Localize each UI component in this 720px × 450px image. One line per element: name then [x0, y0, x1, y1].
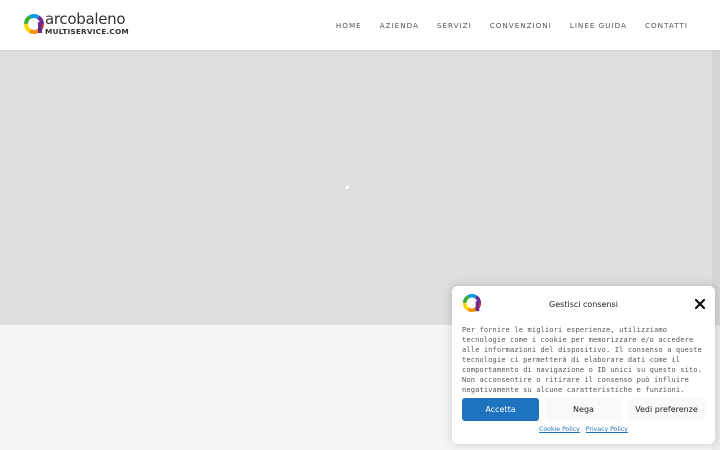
nav-item-convenzioni[interactable]: CONVENZIONI	[490, 21, 552, 30]
consent-links: Cookie Policy Privacy Policy	[452, 426, 715, 433]
hero-slider	[0, 50, 712, 325]
preferences-button[interactable]: Vedi preferenze	[628, 398, 705, 421]
logo-name: arcobaleno	[45, 10, 126, 28]
nav-item-azienda[interactable]: AZIENDA	[380, 21, 419, 30]
consent-message: Per fornire le migliori esperienze, util…	[462, 326, 703, 394]
accept-button[interactable]: Accetta	[462, 398, 539, 421]
site-header: arcobaleno MULTISERVICE.COM HOME AZIENDA…	[0, 0, 720, 50]
scrollbar-thumb[interactable]	[712, 50, 720, 325]
loading-indicator	[346, 186, 349, 189]
logo-mark-icon	[24, 14, 44, 34]
nav-item-home[interactable]: HOME	[336, 21, 362, 30]
logo-subtitle: MULTISERVICE.COM	[45, 27, 129, 36]
nav-item-linee-guida[interactable]: LINEE GUIDA	[570, 21, 627, 30]
cookie-consent-dialog: Gestisci consensi Per fornire le miglior…	[452, 286, 715, 444]
close-icon[interactable]	[694, 298, 706, 310]
nav-item-contatti[interactable]: CONTATTI	[645, 21, 688, 30]
deny-button[interactable]: Nega	[545, 398, 622, 421]
privacy-policy-link[interactable]: Privacy Policy	[586, 426, 628, 433]
nav-item-servizi[interactable]: SERVIZI	[437, 21, 472, 30]
logo[interactable]: arcobaleno MULTISERVICE.COM	[23, 10, 133, 39]
cookie-policy-link[interactable]: Cookie Policy	[539, 426, 580, 433]
consent-title: Gestisci consensi	[549, 300, 618, 309]
main-nav: HOME AZIENDA SERVIZI CONVENZIONI LINEE G…	[336, 0, 688, 50]
